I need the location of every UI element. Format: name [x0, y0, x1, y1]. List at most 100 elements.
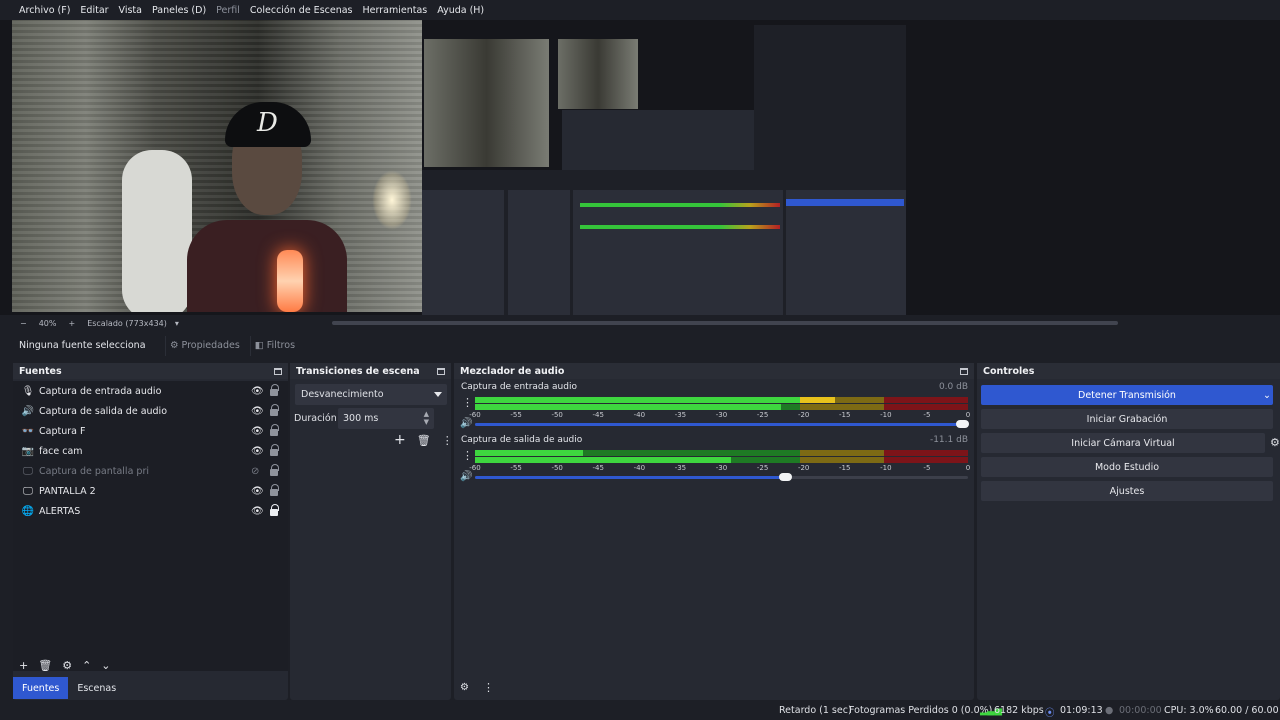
more-options-icon[interactable]: ⋮ [442, 434, 453, 447]
trash-icon[interactable]: 🗑 [38, 659, 52, 672]
mixer-channel: Captura de salida de audio -11.1 dB ⋮ -6… [454, 434, 974, 486]
duration-label: Duración [294, 413, 337, 424]
properties-button[interactable]: ⚙ Propiedades [165, 335, 244, 356]
menu-ayuda[interactable]: Ayuda (H) [432, 5, 489, 16]
volume-slider[interactable] [475, 473, 968, 481]
volume-knob[interactable] [956, 420, 970, 428]
studio-mode-button[interactable]: Modo Estudio [981, 457, 1273, 477]
eye-icon[interactable]: 👁 [251, 486, 264, 497]
volume-slider[interactable] [475, 420, 970, 428]
advanced-audio-gear-icon[interactable]: ⚙ [460, 682, 469, 693]
source-item[interactable]: 🖵 Captura de pantalla pri ⊘ [13, 461, 288, 481]
trash-icon[interactable]: 🗑 [417, 434, 431, 447]
meter-tick-label: -10 [880, 464, 892, 472]
menu-vista[interactable]: Vista [114, 5, 147, 16]
transition-select[interactable]: Desvanecimiento [295, 384, 447, 405]
eye-icon[interactable]: 👁 [251, 506, 264, 517]
bitrate-status: 6182 kbps [994, 705, 1044, 716]
source-item[interactable]: 🖵 PANTALLA 2 👁 [13, 481, 288, 501]
preview-scrollbar[interactable] [332, 321, 1118, 325]
glowing-light [277, 250, 303, 312]
channel-name: Captura de entrada audio [461, 382, 577, 392]
channel-menu-icon[interactable]: ⋮ [462, 396, 473, 409]
add-transition-icon[interactable]: + [394, 432, 406, 448]
stop-streaming-button[interactable]: Detener Transmisión ⌄ [981, 385, 1273, 405]
zoom-in-button[interactable]: + [68, 319, 75, 328]
source-item[interactable]: 📷 face cam 👁 [13, 441, 288, 461]
source-item[interactable]: 🎙 Captura de entrada audio 👁 [13, 381, 288, 401]
more-options-icon[interactable]: ⋮ [483, 681, 494, 694]
menu-editar[interactable]: Editar [75, 5, 113, 16]
meter-tick-label: -55 [510, 411, 522, 419]
start-recording-button[interactable]: Iniciar Grabación [981, 409, 1273, 429]
eye-icon[interactable]: 👁 [251, 426, 264, 437]
lock-icon[interactable] [270, 404, 279, 416]
volume-fill [475, 476, 786, 479]
chevron-down-icon[interactable]: ⌄ [101, 659, 110, 672]
menu-perfil[interactable]: Perfil [211, 5, 245, 16]
menu-herramientas[interactable]: Herramientas [358, 5, 433, 16]
scale-dropdown-icon[interactable]: ▾ [175, 319, 179, 328]
meter-ticks: -60 -55 -50 -45 -40 -35 -30 -25 -20 -15 -10 -5 0 [469, 464, 970, 474]
menu-archivo[interactable]: Archivo (F) [14, 5, 75, 16]
tab-fuentes[interactable]: Fuentes [13, 677, 69, 699]
lock-closed-icon[interactable] [270, 504, 279, 516]
lock-icon[interactable] [270, 464, 279, 476]
meter-zone-red [884, 457, 968, 463]
duration-value: 300 ms [343, 413, 379, 424]
speaker-icon: 🔊 [21, 405, 35, 417]
gear-icon[interactable]: ⚙ [62, 659, 72, 672]
lock-icon[interactable] [270, 444, 279, 456]
lock-icon[interactable] [270, 384, 279, 396]
webcam-feed: D [12, 20, 422, 312]
filter-icon: ◧ [254, 340, 264, 351]
eye-icon[interactable]: 👁 [251, 446, 264, 457]
speaker-icon[interactable]: 🔊 [460, 471, 472, 482]
undock-icon[interactable] [437, 367, 445, 375]
source-item[interactable]: 👓 Captura F 👁 [13, 421, 288, 441]
undock-icon[interactable] [960, 367, 968, 375]
chevron-up-icon[interactable]: ⌃ [82, 659, 91, 672]
filters-button[interactable]: ◧ Filtros [249, 335, 299, 356]
meter-level-peak [800, 397, 835, 403]
settings-button[interactable]: Ajustes [981, 481, 1273, 501]
source-label: face cam [39, 445, 83, 457]
transitions-title: Transiciones de escena [296, 365, 420, 377]
start-virtual-camera-button[interactable]: Iniciar Cámara Virtual [981, 433, 1265, 453]
zoom-out-button[interactable]: − [20, 319, 27, 328]
meter-level [475, 404, 781, 410]
speaker-icon[interactable]: 🔊 [460, 418, 472, 429]
add-source-icon[interactable]: + [19, 659, 28, 672]
meter-tick-label: -15 [839, 411, 851, 419]
transitions-dock: Transiciones de escena Desvanecimiento D… [290, 363, 453, 700]
duration-spinbox[interactable]: 300 ms ▲ ▼ [338, 408, 434, 429]
eye-hidden-icon[interactable]: ⊘ [251, 466, 259, 477]
volume-knob[interactable] [778, 473, 792, 481]
delay-status: Retardo (1 sec) [779, 705, 852, 716]
meter-tick-label: -35 [674, 411, 687, 419]
globe-icon: 🌐 [21, 505, 35, 517]
meter-tick-label: -40 [633, 411, 646, 419]
undock-icon[interactable] [274, 367, 282, 375]
channel-menu-icon[interactable]: ⋮ [462, 449, 473, 462]
transitions-toolbar: + 🗑 ⋮ [388, 432, 453, 448]
eye-icon[interactable]: 👁 [251, 406, 264, 417]
record-dot-icon: ● [1105, 705, 1114, 716]
settings-label: Ajustes [1109, 485, 1145, 497]
meter-tick-label: -5 [923, 411, 931, 419]
meter-zone-red [884, 450, 968, 456]
spin-arrows-icon[interactable]: ▲ ▼ [424, 410, 429, 426]
lock-icon[interactable] [270, 484, 279, 496]
chevron-down-icon[interactable]: ⌄ [1263, 390, 1271, 401]
source-item[interactable]: 🌐 ALERTAS 👁 [13, 501, 288, 521]
streamer-body [187, 220, 347, 312]
virtual-camera-gear-icon[interactable]: ⚙ [1270, 436, 1280, 449]
studio-mode-label: Modo Estudio [1094, 461, 1160, 473]
preview-canvas[interactable]: D [0, 20, 1280, 315]
menu-paneles[interactable]: Paneles (D) [147, 5, 211, 16]
eye-icon[interactable]: 👁 [251, 386, 264, 397]
menu-coleccion-escenas[interactable]: Colección de Escenas [245, 5, 358, 16]
source-item[interactable]: 🔊 Captura de salida de audio 👁 [13, 401, 288, 421]
tab-escenas[interactable]: Escenas [68, 677, 126, 699]
lock-icon[interactable] [270, 424, 279, 436]
